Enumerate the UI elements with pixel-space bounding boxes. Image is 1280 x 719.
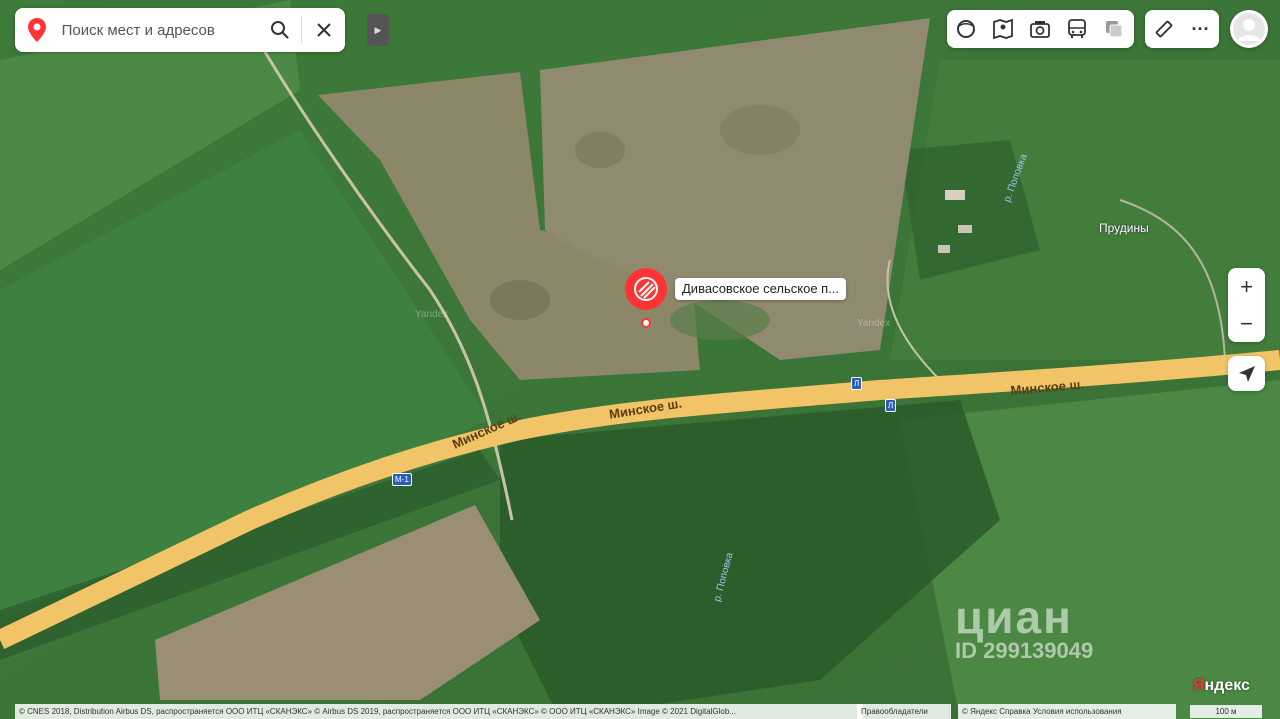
photo-icon — [1029, 21, 1050, 38]
collapse-panel-icon: ▶ — [374, 24, 382, 35]
route-badge-m1: М-1 — [392, 473, 412, 486]
more-icon: ··· — [1191, 18, 1210, 39]
panorama-button[interactable] — [984, 10, 1021, 48]
search-input[interactable] — [59, 20, 259, 40]
rights-holders-link[interactable]: Правообладатели — [857, 704, 951, 719]
ruler-icon — [1155, 20, 1172, 38]
profile-button[interactable] — [1230, 10, 1268, 48]
traffic-icon — [1105, 21, 1122, 38]
cian-id: ID 299139049 — [955, 638, 1094, 663]
zoom-controls: + − — [1228, 268, 1265, 342]
layers-toolbar — [947, 10, 1134, 48]
footer-links[interactable]: © Яндекс Справка Условия использования — [958, 704, 1176, 719]
panorama-icon — [992, 19, 1013, 39]
village-label: Прудины — [1099, 221, 1149, 235]
ruler-button[interactable] — [1145, 10, 1182, 48]
route-badge-a2: Л — [885, 399, 897, 412]
place-name-label[interactable]: Дивасовское сельское п... — [675, 278, 847, 300]
clear-search-button[interactable] — [302, 8, 345, 52]
photo-button[interactable] — [1021, 10, 1058, 48]
bus-icon — [1067, 19, 1086, 38]
search-button[interactable] — [259, 8, 302, 52]
collapse-panel-button[interactable]: ▶ — [367, 14, 389, 46]
zoom-out-icon: − — [1240, 310, 1253, 336]
layers-icon — [956, 20, 975, 38]
traffic-button[interactable] — [1095, 10, 1132, 48]
cian-watermark: циан ID 299139049 — [955, 590, 1093, 664]
map-watermark-1: Yandex — [415, 309, 449, 320]
scale-bar: 100 м — [1190, 705, 1262, 718]
place-marker-icon — [625, 268, 667, 328]
place-marker[interactable] — [624, 267, 670, 336]
yandex-logo[interactable]: Яндекс — [1193, 677, 1250, 695]
location-pin-icon — [15, 18, 60, 42]
search-icon — [270, 21, 289, 39]
map-watermark-2: Yandex — [857, 318, 891, 329]
cian-brand: циан — [955, 591, 1073, 643]
route-badge-a1: Л — [851, 377, 863, 390]
transport-button[interactable] — [1058, 10, 1095, 48]
geolocation-icon — [1238, 365, 1255, 382]
map-copyright: © CNES 2018, Distribution Airbus DS, рас… — [15, 704, 863, 719]
more-button[interactable]: ··· — [1182, 10, 1219, 48]
search-bar — [15, 8, 345, 52]
zoom-in-icon: + — [1240, 273, 1253, 299]
yandex-logo-first: Я — [1193, 677, 1205, 694]
geolocation-button[interactable] — [1228, 356, 1265, 391]
yandex-logo-rest: ндекс — [1204, 677, 1250, 694]
zoom-in-button[interactable]: + — [1228, 268, 1265, 305]
zoom-out-button[interactable]: − — [1228, 305, 1265, 342]
profile-icon — [1233, 13, 1265, 45]
layers-button[interactable] — [947, 10, 984, 48]
close-icon — [316, 23, 331, 37]
tools-toolbar: ··· — [1145, 10, 1219, 48]
